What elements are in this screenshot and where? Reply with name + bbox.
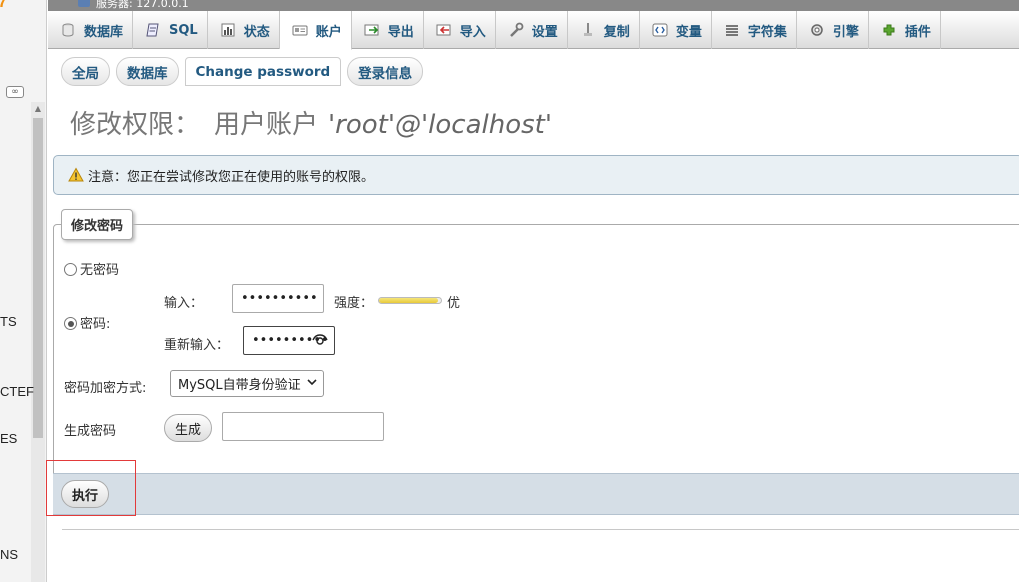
status-icon <box>220 22 236 38</box>
tab-charsets[interactable]: 字符集 <box>712 11 797 49</box>
account-name: 'root'@'localhost' <box>328 110 553 140</box>
subtab-change-password[interactable]: Change password <box>184 57 342 86</box>
strength-label: 强度： <box>334 296 374 311</box>
reenter-password-input[interactable]: •••••••••• <box>243 326 335 355</box>
hashing-label: 密码加密方式: <box>64 381 147 396</box>
highlight-box <box>46 460 136 516</box>
plugins-icon <box>881 22 897 38</box>
export-icon <box>364 22 380 38</box>
server-icon <box>78 0 90 7</box>
tab-sql[interactable]: SQL <box>133 11 208 49</box>
show-password-eye-icon[interactable] <box>312 334 328 350</box>
tab-label: 数据库 <box>84 24 124 40</box>
sidebar-item-fragment[interactable]: CTEF <box>0 384 34 399</box>
generated-password-field[interactable] <box>222 412 384 441</box>
tab-label: 复制 <box>603 24 630 40</box>
server-breadcrumb[interactable]: 服务器: 127.0.0.1 <box>96 0 189 11</box>
password-radio[interactable] <box>64 317 77 330</box>
settings-wrench-icon <box>508 22 524 38</box>
subtab-database[interactable]: 数据库 <box>116 57 179 86</box>
database-icon <box>60 22 76 38</box>
warning-notice: 注意：您正在尝试修改您正在使用的账号的权限。 <box>53 155 1019 195</box>
page-title-label: 用户账户 <box>214 110 319 140</box>
strength-value: 优 <box>447 296 461 311</box>
logo-fragment: 7 <box>0 0 7 12</box>
sidebar-item-fragment[interactable]: TS <box>0 314 17 329</box>
form-footer <box>53 473 1019 515</box>
scroll-up-arrow-icon[interactable]: ▲ <box>31 102 45 116</box>
tab-label: 设置 <box>531 24 558 40</box>
page-title-prefix: 修改权限： <box>70 110 201 140</box>
main-tab-bar: 数据库 SQL 状态 账户 导出 导入 设置 复制 变量 字符集 引擎 插件 <box>48 11 1019 50</box>
scroll-thumb[interactable] <box>33 118 43 438</box>
no-password-option[interactable]: 无密码 <box>64 259 119 278</box>
import-icon <box>436 22 452 38</box>
password-strength-meter <box>378 297 442 304</box>
reenter-password-label: 重新输入： <box>164 338 230 353</box>
tab-label: SQL <box>169 22 198 38</box>
hashing-selected-value: MySQL自带身份验证 <box>178 378 301 393</box>
tab-engines[interactable]: 引擎 <box>797 11 869 49</box>
warning-icon <box>68 167 84 183</box>
tab-status[interactable]: 状态 <box>208 11 280 49</box>
tab-import[interactable]: 导入 <box>424 11 496 49</box>
account-sub-tabs: 全局 数据库 Change password 登录信息 <box>61 57 424 86</box>
link-icon[interactable]: ∞ <box>6 86 24 98</box>
password-label: 密码: <box>80 317 111 332</box>
charset-icon <box>724 22 740 38</box>
accounts-icon <box>292 22 308 38</box>
enter-password-label: 输入： <box>164 296 204 311</box>
no-password-radio[interactable] <box>64 263 77 276</box>
hashing-method-select[interactable]: MySQL自带身份验证 <box>170 370 324 397</box>
sql-icon <box>145 22 161 38</box>
sidebar-item-fragment[interactable]: ES <box>0 431 17 446</box>
notice-text: 注意：您正在尝试修改您正在使用的账号的权限。 <box>88 169 375 185</box>
strength-meter-fill <box>379 298 438 303</box>
tab-label: 状态 <box>243 24 270 40</box>
tab-databases[interactable]: 数据库 <box>48 11 134 49</box>
tab-label: 变量 <box>675 24 702 40</box>
tab-label: 导出 <box>387 24 414 40</box>
tab-replication[interactable]: 复制 <box>568 11 640 49</box>
sidebar-item-fragment[interactable]: NS <box>0 547 18 562</box>
tab-plugins[interactable]: 插件 <box>869 11 941 49</box>
tab-label: 账户 <box>315 24 342 40</box>
navigation-sidebar: 7 ∞ ▲ TS CTEF ES NS <box>0 0 47 582</box>
tab-accounts[interactable]: 账户 <box>279 11 352 50</box>
tab-label: 导入 <box>459 24 486 40</box>
generate-button[interactable]: 生成 <box>164 414 213 442</box>
fieldset-legend: 修改密码 <box>61 209 134 240</box>
tab-settings[interactable]: 设置 <box>496 11 568 49</box>
password-input[interactable]: •••••••••• <box>232 284 324 313</box>
password-option[interactable]: 密码: <box>64 313 110 332</box>
server-breadcrumb-bar: 服务器: 127.0.0.1 <box>48 0 1019 11</box>
engines-icon <box>809 22 825 38</box>
tab-export[interactable]: 导出 <box>352 11 424 49</box>
tab-variables[interactable]: 变量 <box>640 11 712 49</box>
chevron-down-icon <box>307 379 317 389</box>
variables-icon <box>652 22 668 38</box>
divider <box>62 529 1019 530</box>
tab-label: 字符集 <box>747 24 787 40</box>
page-title: 修改权限： 用户账户 'root'@'localhost' <box>70 104 552 141</box>
subtab-login-info[interactable]: 登录信息 <box>347 57 424 86</box>
subtab-global[interactable]: 全局 <box>61 57 110 86</box>
generate-password-label: 生成密码 <box>64 424 117 439</box>
tab-label: 引擎 <box>832 24 859 40</box>
sidebar-scrollbar[interactable]: ▲ <box>31 102 45 582</box>
no-password-label: 无密码 <box>80 263 120 278</box>
tab-label: 插件 <box>904 24 931 40</box>
replication-icon <box>580 22 596 38</box>
